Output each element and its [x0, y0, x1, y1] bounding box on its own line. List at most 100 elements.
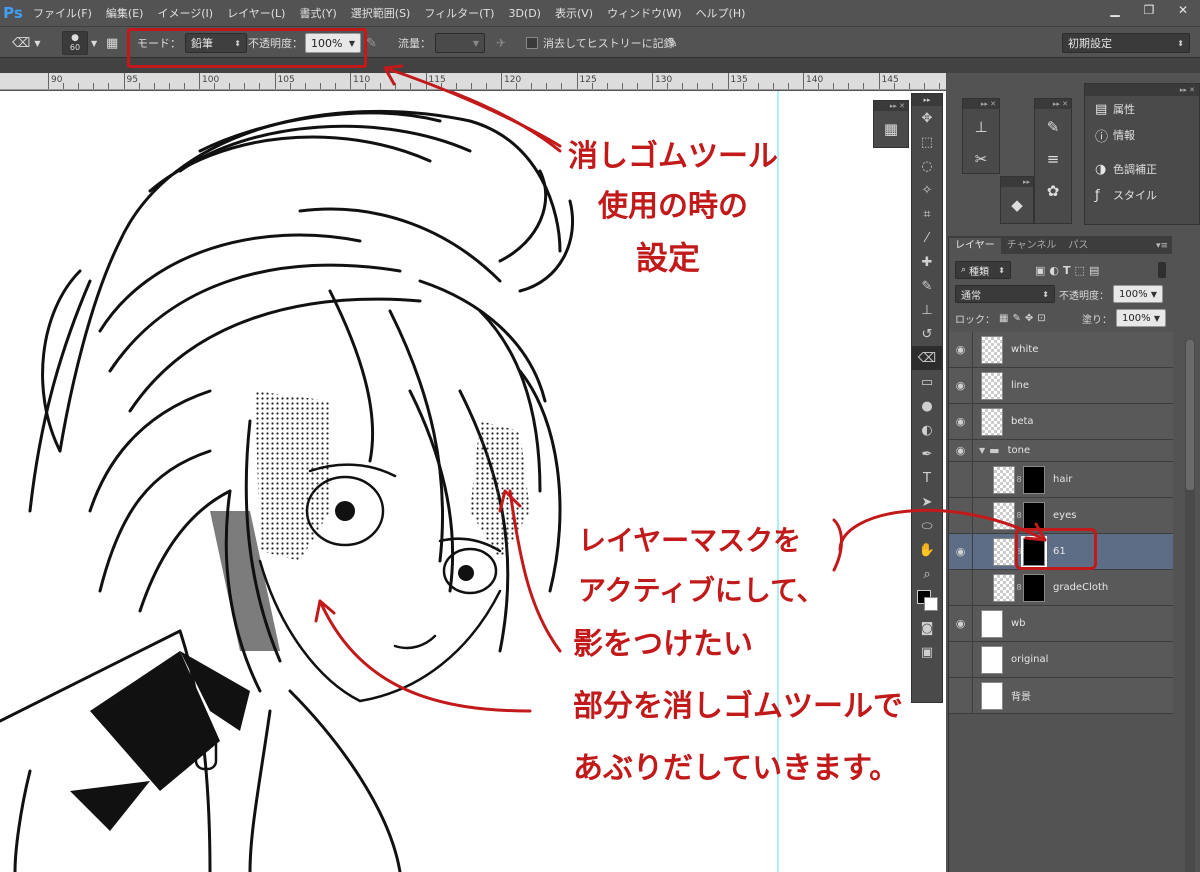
visibility-eye-icon[interactable]: ◉: [949, 678, 973, 713]
history-brush-tool-icon[interactable]: ↺: [912, 322, 942, 346]
workspace-select[interactable]: 初期設定 ⬍: [1062, 33, 1190, 53]
menu-select[interactable]: 選択範囲(S): [344, 5, 418, 21]
visibility-eye-icon[interactable]: ◉: [949, 642, 973, 677]
properties-item[interactable]: ▤ 属性: [1085, 96, 1199, 122]
layer-item[interactable]: ◉ beta: [949, 404, 1173, 440]
visibility-eye-icon[interactable]: ◉: [949, 368, 973, 403]
clone-stamp-tool-icon[interactable]: ⊥: [912, 298, 942, 322]
tab-channels[interactable]: チャンネル: [1001, 238, 1063, 254]
3d-cube-icon[interactable]: ◆: [1003, 191, 1031, 219]
filter-adjustment-icon[interactable]: ◐: [1049, 264, 1059, 277]
menu-filter[interactable]: フィルター(T): [417, 5, 501, 21]
eraser-tool-preset[interactable]: ⌫ ▼: [12, 32, 41, 54]
mini-panel-c-collapse[interactable]: ▸▸: [1001, 177, 1033, 187]
mini-panel-a-collapse[interactable]: ▸▸ ✕: [874, 101, 908, 111]
menu-3d[interactable]: 3D(D): [501, 7, 548, 20]
brush-presets-icon[interactable]: ✎: [1039, 113, 1067, 141]
eraser-tool-icon[interactable]: ⌫: [912, 346, 942, 370]
menu-type[interactable]: 書式(Y): [292, 5, 343, 21]
menu-view[interactable]: 表示(V): [548, 5, 600, 21]
dodge-tool-icon[interactable]: ◐: [912, 418, 942, 442]
menu-edit[interactable]: 編集(E): [99, 5, 151, 21]
document-canvas[interactable]: 消しゴムツール 使用の時の 設定 レイヤーマスクを アクティブにして、 影をつけ…: [0, 91, 946, 872]
canvas-area[interactable]: 消しゴムツール 使用の時の 設定 レイヤーマスクを アクティブにして、 影をつけ…: [0, 91, 946, 872]
visibility-eye-icon[interactable]: ◉: [949, 404, 973, 439]
visibility-eye-icon[interactable]: ◉: [949, 332, 973, 367]
menu-layer[interactable]: レイヤー(L): [220, 5, 292, 21]
layer-item[interactable]: ◉ line: [949, 368, 1173, 404]
close-button[interactable]: ✕: [1166, 0, 1200, 20]
lock-all-icon[interactable]: ⊡: [1037, 313, 1045, 324]
clone-source-icon[interactable]: ⊥: [967, 113, 995, 141]
mini-panel-b-collapse[interactable]: ▸▸ ✕: [963, 99, 999, 109]
layer-item[interactable]: ◉ white: [949, 332, 1173, 368]
paint-palette-icon[interactable]: ✿: [1039, 177, 1067, 205]
adjustments-item[interactable]: ◑ 色調補正: [1085, 156, 1199, 182]
filter-smart-object-icon[interactable]: ▤: [1089, 264, 1099, 277]
menu-file[interactable]: ファイル(F): [26, 5, 99, 21]
info-item[interactable]: ⓘ 情報: [1085, 122, 1199, 148]
swatches-icon[interactable]: ▦: [877, 115, 905, 143]
blend-mode-select[interactable]: 通常 ⬍: [955, 285, 1055, 303]
brush-size-picker[interactable]: ● 60 ▼: [62, 31, 97, 55]
group-expand-icon[interactable]: ▼: [979, 446, 985, 455]
lock-transparent-icon[interactable]: ▦: [999, 313, 1008, 324]
lock-pixels-icon[interactable]: ✎: [1012, 313, 1020, 324]
layer-group[interactable]: ◉ ▼ ▬ tone: [949, 440, 1173, 462]
brush-tool-icon[interactable]: ✎: [912, 274, 942, 298]
fill-input[interactable]: 100% ▼: [1116, 309, 1166, 327]
layer-item[interactable]: ◉ original: [949, 642, 1173, 678]
erase-to-history-checkbox[interactable]: [526, 37, 538, 49]
pressure-opacity-toggle[interactable]: ✎: [366, 32, 377, 54]
color-swatches[interactable]: [912, 586, 942, 616]
styles-item[interactable]: ƒ スタイル: [1085, 182, 1199, 208]
marquee-tool-icon[interactable]: ⬚: [912, 130, 942, 154]
crop-tool-icon[interactable]: ⌗: [912, 202, 942, 226]
layer-opacity-input[interactable]: 100% ▼: [1113, 285, 1163, 303]
background-color[interactable]: [924, 597, 938, 611]
quick-mask-icon[interactable]: ◙: [912, 616, 942, 640]
layers-scrollbar[interactable]: [1185, 340, 1195, 872]
tab-layers[interactable]: レイヤー: [949, 238, 1001, 254]
mini-panel-d-collapse[interactable]: ▸▸ ✕: [1035, 99, 1071, 109]
magic-wand-tool-icon[interactable]: ✧: [912, 178, 942, 202]
filter-shape-icon[interactable]: ⬚: [1075, 264, 1085, 277]
layer-item[interactable]: ◉ wb: [949, 606, 1173, 642]
properties-panel-collapse[interactable]: ▸▸ ✕: [1085, 84, 1199, 96]
brush-panel-toggle[interactable]: ▦: [106, 32, 118, 54]
panel-menu-icon[interactable]: ▾≡: [1156, 238, 1172, 254]
lock-position-icon[interactable]: ✥: [1025, 313, 1033, 324]
eyedropper-tool-icon[interactable]: ⁄: [912, 226, 942, 250]
filter-type-icon[interactable]: T: [1063, 264, 1071, 277]
pressure-size-toggle[interactable]: ✎: [667, 32, 678, 54]
erase-to-history-group[interactable]: 消去してヒストリーに記録: [526, 32, 675, 54]
menu-window[interactable]: ウィンドウ(W): [600, 5, 688, 21]
airbrush-toggle[interactable]: ✈: [496, 32, 506, 54]
restore-button[interactable]: ❐: [1132, 0, 1166, 20]
lasso-tool-icon[interactable]: ◌: [912, 154, 942, 178]
menu-help[interactable]: ヘルプ(H): [689, 5, 753, 21]
mask-link-icon[interactable]: 8: [1015, 583, 1023, 592]
visibility-eye-icon[interactable]: ◉: [949, 606, 973, 641]
flow-input[interactable]: ▼: [435, 33, 485, 53]
tool-presets-icon[interactable]: ✂: [967, 145, 995, 173]
tab-paths[interactable]: パス: [1062, 238, 1094, 254]
filter-pixel-icon[interactable]: ▣: [1035, 264, 1045, 277]
scrollbar-thumb[interactable]: [1186, 340, 1194, 490]
visibility-eye-icon[interactable]: ◉: [949, 440, 973, 461]
layer-filter-select[interactable]: ⌕ 種類 ⬍: [955, 261, 1011, 279]
menu-image[interactable]: イメージ(I): [150, 5, 220, 21]
minimize-button[interactable]: ▁: [1098, 0, 1132, 20]
screen-mode-icon[interactable]: ▣: [912, 640, 942, 664]
blur-tool-icon[interactable]: ●: [912, 394, 942, 418]
move-tool-icon[interactable]: ✥: [912, 106, 942, 130]
filter-toggle-icon[interactable]: [1158, 262, 1166, 278]
pen-tool-icon[interactable]: ✒: [912, 442, 942, 466]
layer-item[interactable]: ◉ 背景: [949, 678, 1173, 714]
gradient-tool-icon[interactable]: ▭: [912, 370, 942, 394]
healing-brush-tool-icon[interactable]: ✚: [912, 250, 942, 274]
type-tool-icon[interactable]: T: [912, 466, 942, 490]
mask-link-icon[interactable]: 8: [1015, 475, 1023, 484]
brush-settings-icon[interactable]: ≡: [1039, 145, 1067, 173]
tools-panel-collapse[interactable]: ▸▸: [912, 94, 942, 106]
